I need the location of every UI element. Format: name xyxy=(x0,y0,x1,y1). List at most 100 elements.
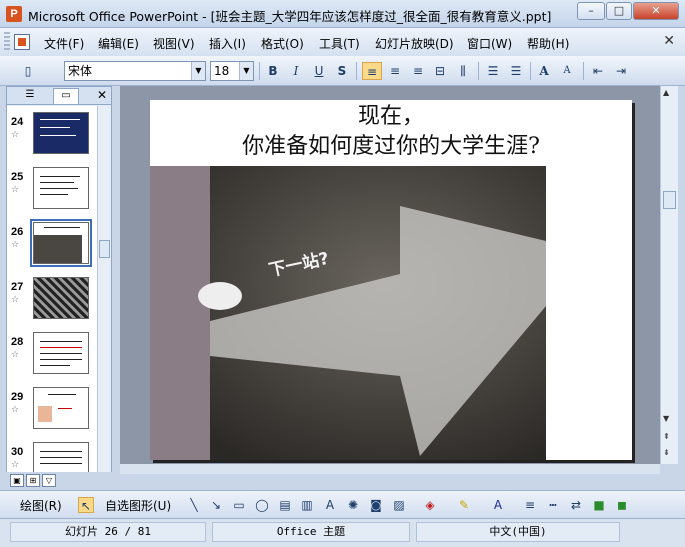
menu-bar: 文件(F) 编辑(E) 视图(V) 插入(I) 格式(O) 工具(T) 幻灯片放… xyxy=(0,28,685,56)
slide-thumbnail[interactable]: 28 ☆ xyxy=(7,332,97,384)
slide-thumbnail[interactable]: 29 ☆ xyxy=(7,387,97,439)
toolbar-grip[interactable] xyxy=(4,32,10,52)
shadow-style-icon[interactable]: ■ xyxy=(591,497,607,513)
slide-number: 25 xyxy=(11,171,24,183)
slide-title-line-2: 你准备如何度过你的大学生涯? xyxy=(242,134,540,159)
animation-star-icon: ☆ xyxy=(11,350,20,360)
italic-button[interactable]: I xyxy=(286,62,306,80)
slide-photo[interactable]: 下一站? xyxy=(150,166,546,460)
font-size-select[interactable]: 18 ▼ xyxy=(210,61,254,81)
slide-thumbnail[interactable]: 25 ☆ xyxy=(7,167,97,219)
document-icon[interactable] xyxy=(14,34,30,50)
distribute-icon[interactable]: ⊟ xyxy=(430,62,450,80)
menu-slideshow[interactable]: 幻灯片放映(D) xyxy=(375,35,454,52)
thumbnail-list[interactable]: 24 ☆ 25 ☆ 26 ☆ 27 ☆ 28 ☆ 29 ☆ 30 ☆ xyxy=(7,106,97,472)
horizontal-scrollbar[interactable] xyxy=(120,464,660,474)
slide-editing-area: 现在， 你准备如何度过你的大学生涯? 下一站? xyxy=(120,86,660,464)
arrow-style-icon[interactable]: ⇄ xyxy=(568,497,584,513)
menu-help[interactable]: 帮助(H) xyxy=(527,35,569,52)
rectangle-icon[interactable]: ▭ xyxy=(231,497,247,513)
menu-window[interactable]: 窗口(W) xyxy=(467,35,512,52)
font-name-select[interactable]: 宋体 ▼ xyxy=(64,61,206,81)
normal-view-icon[interactable]: ▣ xyxy=(10,474,24,487)
thumbnail-image xyxy=(30,219,92,267)
slide-sorter-icon[interactable]: ⊞ xyxy=(26,474,40,487)
maximize-button[interactable]: □ xyxy=(606,2,632,20)
grow-font-button[interactable]: A xyxy=(534,62,554,80)
decrease-indent-icon[interactable]: ⇤ xyxy=(588,62,608,80)
next-slide-icon[interactable]: ⇟ xyxy=(663,448,670,457)
columns-icon[interactable]: ⫼ xyxy=(453,62,473,80)
slide-thumbnail-selected[interactable]: 26 ☆ xyxy=(7,219,97,274)
3d-style-icon[interactable]: ◼ xyxy=(614,497,630,513)
textbox-icon[interactable]: ▤ xyxy=(277,497,293,513)
picture-icon[interactable]: ▨ xyxy=(391,497,407,513)
scroll-down-icon[interactable]: ▼ xyxy=(663,414,669,423)
thumbnail-image xyxy=(33,112,89,154)
slide-title[interactable]: 现在， 你准备如何度过你的大学生涯? xyxy=(150,102,632,162)
autoshapes-button[interactable]: 自选图形(U) xyxy=(105,497,171,514)
shadow-button[interactable]: S xyxy=(332,62,352,80)
line-color-icon[interactable]: ✎ xyxy=(456,497,472,513)
menu-format[interactable]: 格式(O) xyxy=(261,35,304,52)
shrink-font-button[interactable]: A xyxy=(557,62,577,80)
slide-thumbnail[interactable]: 27 ☆ xyxy=(7,277,97,329)
slideshow-view-icon[interactable]: ▽ xyxy=(42,474,56,487)
language-status: 中文(中国) xyxy=(416,522,620,542)
chevron-down-icon[interactable]: ▼ xyxy=(239,62,253,80)
tab-slides[interactable]: ▭ xyxy=(53,88,79,104)
font-color-icon[interactable]: A xyxy=(490,497,506,513)
slides-panel: ☰ ▭ ✕ 24 ☆ 25 ☆ 26 ☆ 27 ☆ 28 ☆ 29 ☆ 30 ☆ xyxy=(6,86,112,472)
wordart-icon[interactable]: A xyxy=(322,497,338,513)
menu-insert[interactable]: 插入(I) xyxy=(209,35,246,52)
close-document-button[interactable]: ✕ xyxy=(663,33,675,49)
line-style-icon[interactable]: ≡ xyxy=(522,497,538,513)
close-panel-button[interactable]: ✕ xyxy=(97,88,107,102)
underline-button[interactable]: U xyxy=(309,62,329,80)
animation-star-icon: ☆ xyxy=(11,405,20,415)
menu-view[interactable]: 视图(V) xyxy=(153,35,195,52)
scrollbar-thumb[interactable] xyxy=(663,191,676,209)
select-pointer-icon[interactable]: ↖ xyxy=(78,497,94,513)
dash-style-icon[interactable]: ┅ xyxy=(545,497,561,513)
font-size-value: 18 xyxy=(214,64,230,78)
slide-thumbnail[interactable]: 30 ☆ xyxy=(7,442,97,472)
font-name-value: 宋体 xyxy=(68,64,93,78)
clipart-icon[interactable]: ◙ xyxy=(368,497,384,513)
animation-star-icon: ☆ xyxy=(11,240,20,250)
view-buttons: ▣ ⊞ ▽ xyxy=(6,474,116,488)
arrow-icon[interactable]: ↘ xyxy=(208,497,224,513)
bold-button[interactable]: B xyxy=(263,62,283,80)
numbering-icon[interactable]: ☰ xyxy=(483,62,503,80)
thumbnail-scrollbar[interactable] xyxy=(97,106,111,472)
oval-icon[interactable]: ◯ xyxy=(254,497,270,513)
fill-color-icon[interactable]: ◈ xyxy=(422,497,438,513)
separator xyxy=(530,62,531,80)
scroll-up-icon[interactable]: ▲ xyxy=(663,88,669,97)
menu-edit[interactable]: 编辑(E) xyxy=(98,35,139,52)
menu-tools[interactable]: 工具(T) xyxy=(319,35,360,52)
align-center-icon[interactable]: ≡ xyxy=(385,62,405,80)
close-window-button[interactable]: ✕ xyxy=(633,2,679,20)
previous-slide-icon[interactable]: ⇞ xyxy=(663,432,670,441)
slide-thumbnail[interactable]: 24 ☆ xyxy=(7,112,97,164)
tab-outline[interactable]: ☰ xyxy=(17,88,43,104)
animation-star-icon: ☆ xyxy=(11,460,20,470)
chevron-down-icon[interactable]: ▼ xyxy=(191,62,205,80)
diagram-icon[interactable]: ✺ xyxy=(345,497,361,513)
vertical-textbox-icon[interactable]: ▥ xyxy=(299,497,315,513)
slide-number: 29 xyxy=(11,391,24,403)
draw-menu-button[interactable]: 绘图(R) xyxy=(20,497,62,514)
line-icon[interactable]: ╲ xyxy=(186,497,202,513)
main-scrollbar[interactable]: ▲ ▼ ⇞ ⇟ xyxy=(660,86,678,464)
new-document-icon[interactable]: ▯ xyxy=(18,62,38,80)
minimize-button[interactable]: – xyxy=(577,2,605,20)
scrollbar-thumb[interactable] xyxy=(99,240,110,258)
align-right-icon[interactable]: ≡ xyxy=(408,62,428,80)
bullets-icon[interactable]: ☰ xyxy=(506,62,526,80)
powerpoint-app-icon[interactable]: P xyxy=(6,6,22,22)
align-left-icon[interactable]: ≡ xyxy=(362,62,382,80)
current-slide[interactable]: 现在， 你准备如何度过你的大学生涯? 下一站? xyxy=(150,100,632,460)
increase-indent-icon[interactable]: ⇥ xyxy=(611,62,631,80)
menu-file[interactable]: 文件(F) xyxy=(44,35,84,52)
